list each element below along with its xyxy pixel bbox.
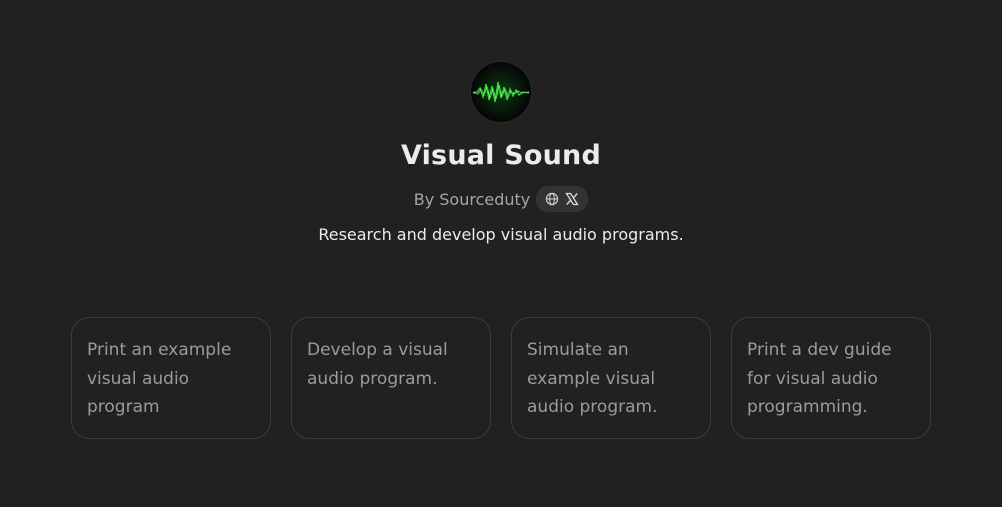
gpt-landing: Visual Sound By Sourceduty Research and …	[0, 0, 1002, 507]
starter-card-3[interactable]: Simulate an example visual audio program…	[511, 317, 711, 439]
waveform-logo-icon	[471, 62, 531, 122]
author-links	[536, 186, 589, 212]
starter-card-4[interactable]: Print a dev guide for visual audio progr…	[731, 317, 931, 439]
starter-card-2[interactable]: Develop a visual audio program.	[291, 317, 491, 439]
byline: By Sourceduty	[0, 186, 1002, 212]
conversation-starters: Print an example visual audio program De…	[71, 317, 931, 439]
globe-icon[interactable]	[545, 192, 559, 206]
starter-card-1[interactable]: Print an example visual audio program	[71, 317, 271, 439]
gpt-title: Visual Sound	[400, 140, 601, 171]
gpt-description: Research and develop visual audio progra…	[318, 225, 684, 244]
author-name: By Sourceduty	[413, 189, 531, 209]
x-icon[interactable]	[565, 192, 579, 206]
gpt-avatar	[471, 62, 531, 122]
